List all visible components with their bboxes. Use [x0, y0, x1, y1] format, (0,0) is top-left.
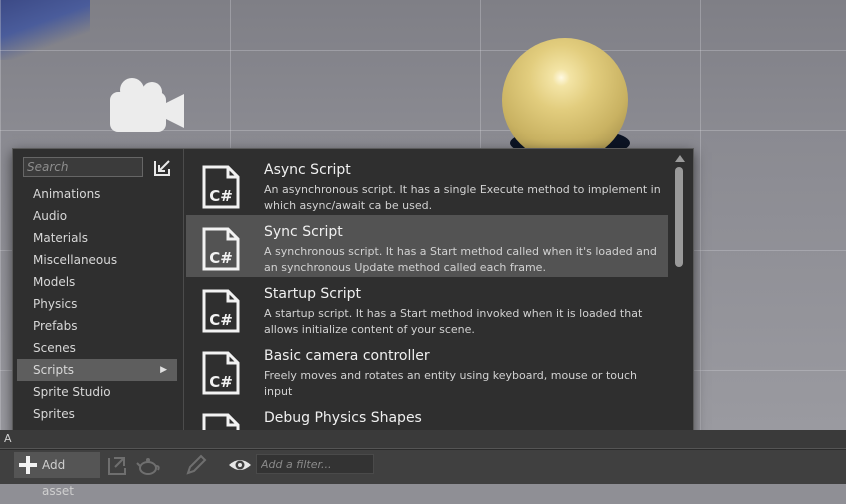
category-label: Models — [33, 275, 76, 289]
category-list: Animations Audio Materials Miscellaneous Mod… — [17, 183, 177, 447]
asset-view-toolbar: A Add asset — [0, 430, 846, 498]
teapot-icon[interactable] — [136, 454, 160, 476]
category-item-scenes[interactable]: Scenes — [17, 337, 177, 359]
asset-icon-text: C# — [209, 249, 233, 267]
category-item-sprites[interactable]: Sprites — [17, 403, 177, 425]
category-item-scripts[interactable]: Scripts ▶ — [17, 359, 177, 381]
scroll-up-icon[interactable] — [675, 155, 685, 162]
asset-icon-text: C# — [209, 311, 233, 329]
asset-title: Startup Script — [264, 286, 362, 302]
grid-line — [0, 0, 1, 430]
category-label: Physics — [33, 297, 78, 311]
asset-title: Debug Physics Shapes — [264, 410, 422, 426]
category-label: Scripts — [33, 363, 75, 377]
asset-title: Async Script — [264, 162, 351, 178]
import-asset-icon[interactable] — [106, 454, 130, 476]
category-label: Sprite Studio — [33, 385, 111, 399]
sphere-entity[interactable] — [502, 38, 628, 162]
chevron-right-icon: ▶ — [160, 365, 167, 375]
asset-template-item[interactable]: C# Basic camera controller Freely moves an… — [186, 339, 668, 401]
category-label: Materials — [33, 231, 89, 245]
category-item-audio[interactable]: Audio — [17, 205, 177, 227]
asset-list-scrollbar[interactable] — [672, 153, 686, 445]
csharp-file-icon: C# — [202, 227, 240, 271]
category-item-models[interactable]: Models — [17, 271, 177, 293]
csharp-file-icon: C# — [202, 289, 240, 333]
category-label: Sprites — [33, 407, 75, 421]
asset-description: A synchronous script. It has a Start met… — [264, 245, 657, 274]
category-label: Animations — [33, 187, 101, 201]
asset-view-header: A — [0, 430, 846, 449]
csharp-file-icon: C# — [202, 351, 240, 395]
asset-title: Sync Script — [264, 224, 343, 240]
asset-template-item[interactable]: C# Sync Script A synchronous script. It ha… — [186, 215, 668, 277]
asset-title: Basic camera controller — [264, 348, 430, 364]
add-asset-popup: Animations Audio Materials Miscellaneous Mod… — [12, 148, 694, 452]
csharp-file-icon: C# — [202, 165, 240, 209]
collapse-arrow-icon[interactable] — [152, 158, 172, 178]
category-item-miscellaneous[interactable]: Miscellaneous — [17, 249, 177, 271]
category-label: Miscellaneous — [33, 253, 118, 267]
eye-icon[interactable] — [228, 454, 252, 476]
category-item-animations[interactable]: Animations — [17, 183, 177, 205]
category-item-materials[interactable]: Materials — [17, 227, 177, 249]
grid-line — [0, 50, 846, 51]
asset-view-tab-label: A — [4, 432, 12, 445]
category-label: Scenes — [33, 341, 76, 355]
asset-template-list: C# Async Script An asynchronous script. It… — [184, 149, 692, 451]
add-asset-button[interactable]: Add asset — [14, 452, 100, 498]
category-item-sprite-studio[interactable]: Sprite Studio — [17, 381, 177, 403]
asset-description: Freely moves and rotates an entity using… — [264, 369, 637, 398]
asset-template-item[interactable]: C# Async Script An asynchronous script. It… — [186, 153, 668, 215]
category-panel: Animations Audio Materials Miscellaneous Mod… — [13, 149, 184, 451]
camera-gizmo-icon[interactable] — [108, 76, 188, 136]
filter-input[interactable] — [256, 454, 374, 474]
edit-pencil-icon[interactable] — [184, 454, 208, 476]
add-asset-label: Add asset — [42, 458, 74, 498]
search-input[interactable] — [23, 157, 143, 177]
asset-template-item[interactable]: C# Startup Script A startup script. It has… — [186, 277, 668, 339]
grid-line — [700, 0, 701, 430]
category-item-physics[interactable]: Physics — [17, 293, 177, 315]
plus-icon — [19, 456, 37, 474]
asset-description: A startup script. It has a Start method … — [264, 307, 643, 336]
asset-description: An asynchronous script. It has a single … — [264, 183, 661, 212]
scroll-thumb[interactable] — [675, 167, 683, 267]
category-item-prefabs[interactable]: Prefabs — [17, 315, 177, 337]
asset-icon-text: C# — [209, 373, 233, 391]
category-label: Audio — [33, 209, 68, 223]
viewport-blue-region — [0, 0, 90, 60]
asset-icon-text: C# — [209, 187, 233, 205]
category-label: Prefabs — [33, 319, 78, 333]
